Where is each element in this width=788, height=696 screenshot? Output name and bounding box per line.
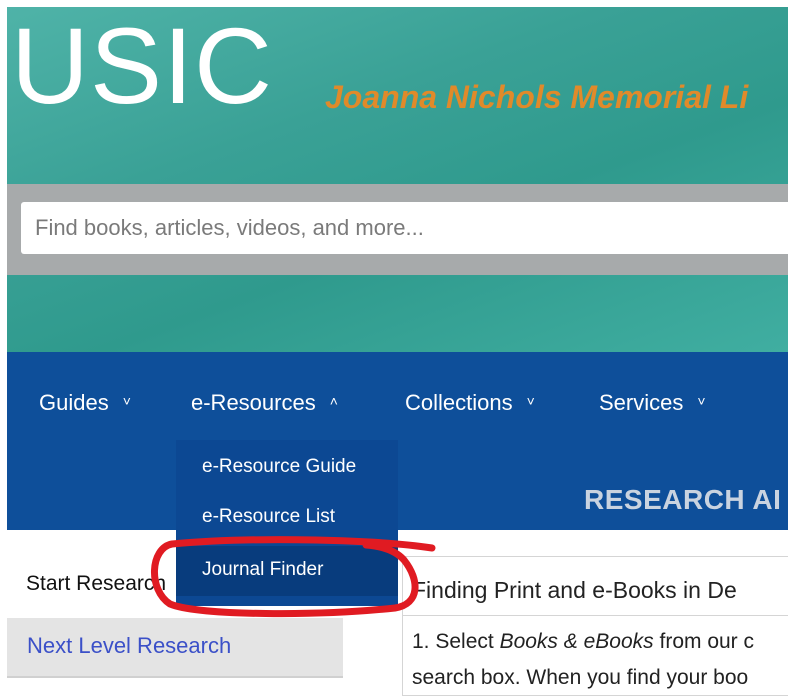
content-text-line: 1. Select Books & eBooks from our c (412, 630, 754, 654)
e-resources-dropdown-menu: e-Resource Guide e-Resource List Journal… (176, 440, 398, 606)
nav-label: e-Resources (191, 390, 316, 415)
nav-label: Guides (39, 390, 109, 415)
nav-label: Services (599, 390, 684, 415)
nav-item-guides[interactable]: Guides ˅ (39, 390, 131, 416)
nav-label: Collections (405, 390, 513, 415)
chevron-up-icon: ˄ (329, 393, 338, 409)
text-prefix: 1. Select (412, 630, 500, 653)
chevron-down-icon: ˅ (526, 393, 535, 409)
menu-item-journal-finder[interactable]: Journal Finder (176, 546, 398, 596)
chevron-down-icon: ˅ (697, 393, 706, 409)
search-bar-container (7, 184, 788, 275)
content-divider (402, 615, 788, 616)
menu-item-e-resource-list[interactable]: e-Resource List (176, 506, 398, 528)
books-ebooks-emphasis: Books & eBooks (499, 630, 654, 653)
content-heading: Finding Print and e-Books in De (412, 577, 737, 603)
site-logo-text[interactable]: USIC (11, 7, 273, 125)
content-text-line: search box. When you find your boo (412, 666, 749, 689)
chevron-down-icon: ˅ (122, 393, 131, 409)
sidebar-item-next-level-research[interactable]: Next Level Research (7, 618, 343, 676)
text-suffix: from our c (653, 630, 755, 653)
library-tagline: Joanna Nichols Memorial Li (325, 79, 749, 115)
nav-item-services[interactable]: Services ˅ (599, 390, 706, 416)
nav-item-collections[interactable]: Collections ˅ (405, 390, 535, 416)
search-input[interactable] (21, 202, 788, 254)
sidebar-divider (7, 676, 343, 678)
menu-item-e-resource-guide[interactable]: e-Resource Guide (176, 456, 398, 478)
nav-item-e-resources[interactable]: e-Resources ˄ (191, 390, 338, 416)
header-banner: USIC Joanna Nichols Memorial Li (7, 7, 788, 352)
page-title: RESEARCH AI (584, 484, 782, 515)
sidebar-item-start-research[interactable]: Start Research (26, 572, 166, 596)
sidebar-link-label[interactable]: Next Level Research (27, 633, 231, 659)
